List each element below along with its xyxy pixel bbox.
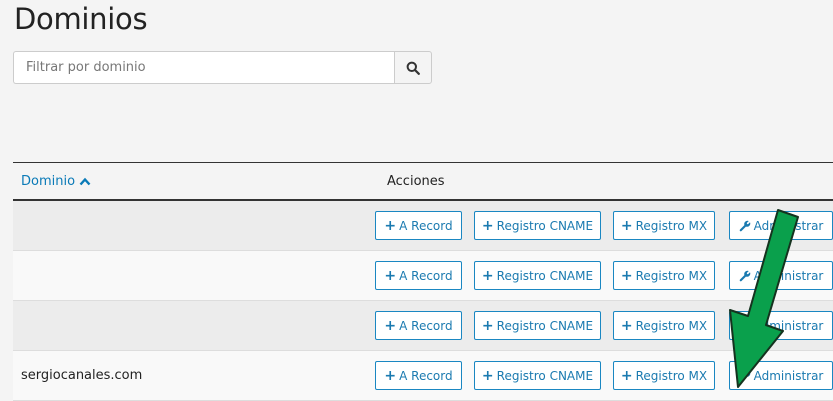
a-record-button[interactable]: + A Record — [375, 311, 462, 340]
cname-record-button[interactable]: + Registro CNAME — [474, 211, 601, 240]
cname-record-button[interactable]: + Registro CNAME — [474, 361, 601, 390]
mx-record-button[interactable]: + Registro MX — [613, 311, 715, 340]
a-record-label: A Record — [399, 218, 453, 233]
wrench-icon — [739, 220, 750, 231]
manage-button[interactable]: Administrar — [729, 211, 833, 240]
sort-by-domain-header[interactable]: Dominio — [13, 174, 379, 189]
search-button[interactable] — [394, 51, 432, 84]
plus-icon: + — [481, 367, 494, 384]
table-row: + A Record + Registro CNAME + Registro M… — [13, 201, 833, 251]
plus-icon: + — [384, 217, 397, 234]
manage-label: Administrar — [753, 368, 824, 383]
plus-icon: + — [620, 367, 633, 384]
plus-icon: + — [481, 267, 494, 284]
plus-icon: + — [620, 267, 633, 284]
cname-record-label: Registro CNAME — [496, 318, 594, 333]
cname-record-label: Registro CNAME — [496, 368, 594, 383]
wrench-icon — [739, 320, 750, 331]
wrench-icon — [739, 270, 750, 281]
mx-record-label: Registro MX — [635, 368, 708, 383]
manage-label: Administrar — [753, 268, 824, 283]
row-actions: + A Record + Registro CNAME + Registro M… — [374, 361, 833, 390]
search-icon — [406, 61, 420, 75]
mx-record-button[interactable]: + Registro MX — [613, 261, 715, 290]
cname-record-button[interactable]: + Registro CNAME — [474, 311, 601, 340]
search-input[interactable] — [13, 51, 394, 84]
a-record-button[interactable]: + A Record — [375, 261, 462, 290]
mx-record-label: Registro MX — [635, 218, 708, 233]
mx-record-label: Registro MX — [635, 318, 708, 333]
plus-icon: + — [481, 317, 494, 334]
chevron-up-icon — [79, 177, 91, 185]
table-row: + A Record + Registro CNAME + Registro M… — [13, 301, 833, 351]
cname-record-label: Registro CNAME — [496, 218, 594, 233]
plus-icon: + — [481, 217, 494, 234]
table-row: sergiocanales.com + A Record + Registro … — [13, 351, 833, 401]
wrench-icon — [739, 370, 750, 381]
plus-icon: + — [620, 317, 633, 334]
manage-button[interactable]: Administrar — [729, 361, 833, 390]
row-actions: + A Record + Registro CNAME + Registro M… — [374, 261, 833, 290]
table-header: Dominio Acciones — [13, 163, 833, 201]
cname-record-label: Registro CNAME — [496, 268, 594, 283]
a-record-button[interactable]: + A Record — [375, 211, 462, 240]
mx-record-button[interactable]: + Registro MX — [613, 361, 715, 390]
plus-icon: + — [384, 267, 397, 284]
column-actions-label: Acciones — [387, 173, 445, 189]
a-record-button[interactable]: + A Record — [375, 361, 462, 390]
column-domain-label: Dominio — [21, 173, 76, 189]
page-title: Dominios — [14, 2, 148, 36]
plus-icon: + — [384, 367, 397, 384]
search-bar — [13, 51, 432, 84]
a-record-label: A Record — [399, 368, 453, 383]
row-actions: + A Record + Registro CNAME + Registro M… — [374, 311, 833, 340]
manage-label: Administrar — [753, 218, 824, 233]
domains-table: Dominio Acciones + A Record + Registro C… — [13, 162, 833, 401]
row-actions: + A Record + Registro CNAME + Registro M… — [374, 211, 833, 240]
plus-icon: + — [620, 217, 633, 234]
manage-button[interactable]: Administrar — [729, 261, 833, 290]
domain-name: sergiocanales.com — [21, 368, 143, 383]
plus-icon: + — [384, 317, 397, 334]
manage-label: Administrar — [753, 318, 824, 333]
manage-button[interactable]: Administrar — [729, 311, 833, 340]
mx-record-label: Registro MX — [635, 268, 708, 283]
table-row: + A Record + Registro CNAME + Registro M… — [13, 251, 833, 301]
mx-record-button[interactable]: + Registro MX — [613, 211, 715, 240]
a-record-label: A Record — [399, 318, 453, 333]
a-record-label: A Record — [399, 268, 453, 283]
cname-record-button[interactable]: + Registro CNAME — [474, 261, 601, 290]
